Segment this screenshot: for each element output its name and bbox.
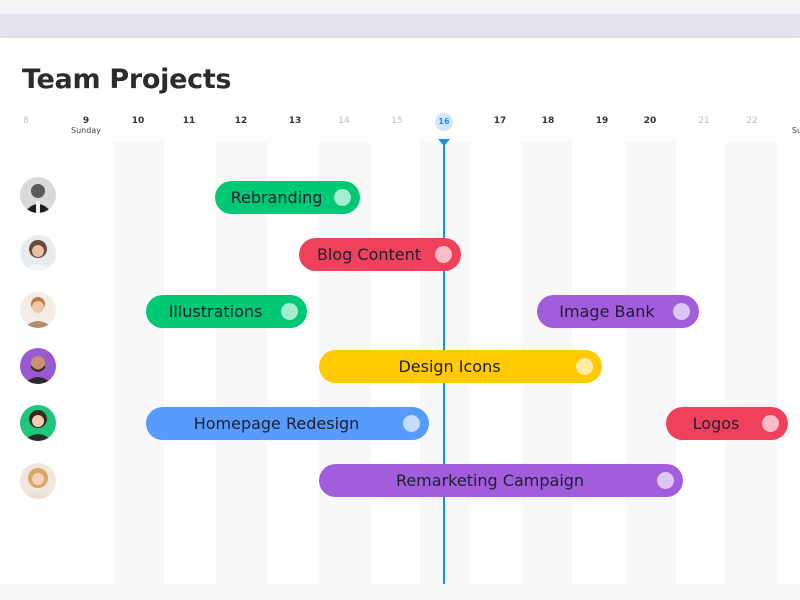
day-label-today[interactable]: 16 [435, 113, 453, 131]
task-handle-icon[interactable] [762, 415, 779, 432]
day-label-9: 9 [82, 116, 90, 126]
day-label-18: 18 [541, 116, 555, 126]
day-label-17: 17 [493, 116, 507, 126]
task-bar-rebranding[interactable]: Rebranding [215, 181, 360, 214]
day-label-13: 13 [288, 116, 302, 126]
task-label: Homepage Redesign [193, 414, 360, 433]
bottom-shade [0, 584, 800, 600]
day-label-8: 8 [23, 116, 29, 126]
task-label: Image Bank [559, 302, 655, 321]
task-bar-logos[interactable]: Logos [666, 407, 788, 440]
task-handle-icon[interactable] [657, 472, 674, 489]
task-bar-illustrations[interactable]: Illustrations [146, 295, 307, 328]
task-bar-design-icons[interactable]: Design Icons [319, 350, 602, 383]
day-label-10: 10 [131, 116, 145, 126]
column-stripe [726, 142, 777, 584]
task-handle-icon[interactable] [334, 189, 351, 206]
day-label-22: 22 [746, 116, 758, 126]
page-title: Team Projects [22, 64, 232, 95]
day-sublabel-sunday: Sunday [71, 126, 101, 135]
day-label-19: 19 [595, 116, 609, 126]
task-label: Logos [692, 414, 740, 433]
task-label: Rebranding [230, 188, 323, 207]
task-bar-homepage-redesign[interactable]: Homepage Redesign [146, 407, 429, 440]
avatar-person-3[interactable] [20, 292, 56, 328]
day-label-20: 20 [643, 116, 657, 126]
task-bar-blog-content[interactable]: Blog Content [299, 238, 461, 271]
avatar-person-5[interactable] [20, 405, 56, 441]
task-label: Illustrations [168, 302, 263, 321]
day-sublabel-next: Su [791, 126, 800, 135]
task-bar-remarketing-campaign[interactable]: Remarketing Campaign [319, 464, 683, 497]
task-label: Blog Content [316, 245, 422, 264]
column-stripe [625, 142, 676, 584]
day-label-11: 11 [182, 116, 196, 126]
top-bar [0, 0, 800, 38]
task-handle-icon[interactable] [576, 358, 593, 375]
avatar-person-2[interactable] [20, 235, 56, 271]
day-label-14: 14 [338, 116, 350, 126]
task-label: Remarketing Campaign [395, 471, 585, 490]
avatar-person-1[interactable] [20, 177, 56, 213]
today-marker-icon [438, 139, 450, 146]
task-bar-image-bank[interactable]: Image Bank [537, 295, 699, 328]
task-handle-icon[interactable] [281, 303, 298, 320]
task-handle-icon[interactable] [673, 303, 690, 320]
column-stripe [113, 142, 164, 584]
avatar-person-4[interactable] [20, 348, 56, 384]
task-handle-icon[interactable] [403, 415, 420, 432]
day-label-21: 21 [698, 116, 710, 126]
task-handle-icon[interactable] [435, 246, 452, 263]
day-label-12: 12 [234, 116, 248, 126]
day-label-15: 15 [391, 116, 403, 126]
task-label: Design Icons [398, 357, 501, 376]
avatar-person-6[interactable] [20, 463, 56, 499]
